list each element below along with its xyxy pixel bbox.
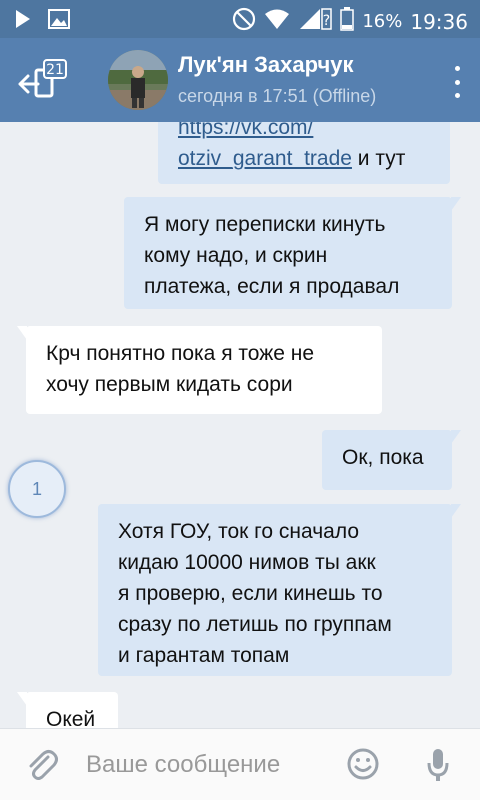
message-line: Хотя ГОУ, ток го сначало xyxy=(118,520,359,543)
image-icon xyxy=(48,9,70,34)
unread-indicator[interactable]: 1 xyxy=(8,460,66,518)
back-button[interactable]: 21 xyxy=(14,56,70,106)
last-seen-status: сегодня в 17:51 (Offline) xyxy=(178,86,377,106)
battery-percent: 16% xyxy=(362,11,403,32)
chat-header: 21 Лук'ян Захарчук сегодня в 17:51 (Offl… xyxy=(0,38,480,122)
message-bubble-outgoing[interactable]: Ок, пока xyxy=(322,430,461,490)
message-text: otziv_garant_trade и тут xyxy=(178,143,434,174)
message-input[interactable] xyxy=(86,747,336,783)
message-line: Окей xyxy=(46,708,96,728)
message-line: Крч понятно пока я тоже не xyxy=(46,342,315,365)
play-icon xyxy=(14,9,32,34)
message-line: я проверю, если кинешь то xyxy=(118,582,383,605)
message-bubble-incoming[interactable]: Окей xyxy=(17,692,118,728)
message-bubble-outgoing[interactable]: Хотя ГОУ, ток го сначало кидаю 10000 ним… xyxy=(98,504,461,676)
status-bar: ? 16% 19:36 xyxy=(0,0,480,38)
message-line: кому надо, и скрин xyxy=(144,244,328,267)
avatar[interactable] xyxy=(108,50,168,110)
message-link[interactable]: https://vk.com/ xyxy=(178,122,434,143)
more-vertical-icon[interactable] xyxy=(452,66,462,98)
unread-badge: 21 xyxy=(46,62,64,78)
message-line: и гарантам топам xyxy=(118,644,290,667)
emoji-icon[interactable] xyxy=(346,747,380,786)
message-bubble-outgoing[interactable]: Я могу переписки кинуть кому надо, и скр… xyxy=(124,197,461,309)
svg-text:?: ? xyxy=(323,13,330,29)
microphone-icon[interactable] xyxy=(426,747,450,788)
message-line: сразу по летишь по группам xyxy=(118,613,392,636)
message-bubble-outgoing[interactable]: https://vk.com/ otziv_garant_trade и тут xyxy=(158,122,450,184)
contact-name: Лук'ян Захарчук xyxy=(178,52,354,77)
message-composer xyxy=(0,728,480,800)
clock: 19:36 xyxy=(410,9,468,34)
message-link[interactable]: otziv_garant_trade xyxy=(178,147,352,170)
back-icon: 21 xyxy=(18,59,67,98)
message-line: хочу первым кидать сори xyxy=(46,373,293,396)
message-bubble-incoming[interactable]: Крч понятно пока я тоже не хочу первым к… xyxy=(17,326,382,414)
wifi-icon xyxy=(264,8,290,35)
message-line: Ок, пока xyxy=(342,446,424,469)
message-text-suffix: и тут xyxy=(351,147,406,170)
signal-icon: ? xyxy=(298,7,333,36)
message-list[interactable]: https://vk.com/ otziv_garant_trade и тут… xyxy=(0,122,480,728)
message-line: кидаю 10000 нимов ты акк xyxy=(118,551,376,574)
message-line: Я могу переписки кинуть xyxy=(144,213,386,236)
attach-icon[interactable] xyxy=(26,749,58,788)
dnd-icon xyxy=(232,7,256,36)
battery-icon xyxy=(340,7,355,36)
message-line: платежа, если я продавал xyxy=(144,275,400,298)
